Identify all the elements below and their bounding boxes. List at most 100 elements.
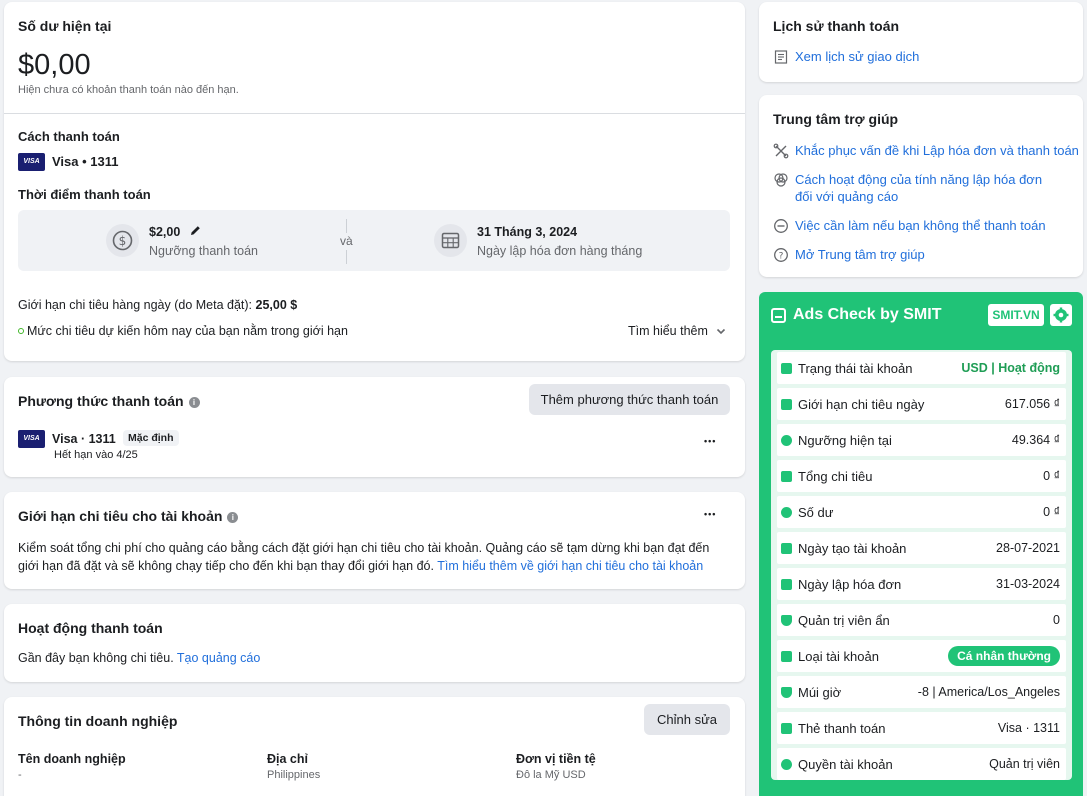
- smit-row-label: Quản trị viên ẩn: [798, 612, 890, 628]
- smit-panel: Ads Check by SMIT SMIT.VN Trạng thái tài…: [759, 292, 1083, 796]
- business-card: Thông tin doanh nghiệp Chỉnh sửa Tên doa…: [4, 697, 745, 796]
- balance-note: Hiện chưa có khoản thanh toán nào đến hạ…: [18, 84, 239, 96]
- chevron-down-icon: [716, 328, 725, 335]
- smit-row: Quản trị viên ẩn 0: [777, 604, 1066, 636]
- smit-row-value: 0 ₫: [1043, 505, 1060, 519]
- receipt-icon: [774, 50, 788, 64]
- help-item-label: Cách hoạt động của tính năng lập hóa đơn…: [795, 172, 1043, 204]
- business-name-label: Tên doanh nghiệp: [18, 752, 126, 766]
- billing-date-label: Ngày lập hóa đơn hàng tháng: [477, 244, 643, 258]
- smit-row-value: 31-03-2024: [996, 577, 1060, 591]
- history-title: Lịch sử thanh toán: [773, 18, 900, 34]
- edit-business-button[interactable]: Chỉnh sửa: [644, 704, 730, 735]
- help-item[interactable]: Khắc phục vấn đề khi Lập hóa đơn và than…: [773, 142, 1079, 159]
- smit-row-value: 49.364 ₫: [1011, 433, 1060, 447]
- smit-row-label: Quyền tài khoản: [798, 756, 893, 772]
- payment-time-heading: Thời điểm thanh toán: [18, 187, 151, 202]
- view-history-link[interactable]: Xem lịch sử giao dịch: [773, 48, 919, 65]
- smit-site-button[interactable]: SMIT.VN: [988, 304, 1044, 326]
- smit-row: Trạng thái tài khoản USD | Hoạt động: [777, 352, 1066, 384]
- user-card-icon: [781, 650, 792, 662]
- business-title: Thông tin doanh nghiệp: [18, 713, 178, 729]
- smit-row-label: Số dư: [798, 504, 834, 520]
- payment-methods-title: Phương thức thanh toán i: [18, 393, 200, 409]
- view-history-label: Xem lịch sử giao dịch: [795, 49, 920, 64]
- default-badge: Mặc định: [123, 430, 179, 446]
- credit-card-icon: [781, 722, 792, 734]
- visa-logo-icon: VISA: [18, 430, 45, 448]
- help-item[interactable]: Việc cần làm nếu bạn không thể thanh toá…: [773, 217, 1046, 234]
- visa-logo-icon: VISA: [18, 153, 45, 171]
- add-payment-method-button[interactable]: Thêm phương thức thanh toán: [529, 384, 730, 415]
- payment-methods-card: Phương thức thanh toán i Thêm phương thức…: [4, 377, 745, 477]
- daily-limit-row: Giới hạn chi tiêu hàng ngày (do Meta đặt…: [18, 298, 297, 312]
- address-value: Philippines: [267, 769, 321, 781]
- account-type-badge: Cá nhân thường: [948, 646, 1060, 666]
- smit-row-label: Thẻ thanh toán: [798, 720, 886, 736]
- learn-more-label: Tìm hiểu thêm: [628, 324, 708, 338]
- wrench-icon: [773, 143, 789, 159]
- more-options-icon[interactable]: •••: [704, 436, 716, 446]
- calendar-icon: [781, 542, 792, 554]
- account-limit-description: Kiểm soát tổng chi phí cho quảng cáo bằn…: [18, 539, 730, 575]
- info-icon[interactable]: i: [188, 397, 200, 408]
- account-limit-title: Giới hạn chi tiêu cho tài khoản i: [18, 508, 239, 524]
- more-options-icon[interactable]: •••: [704, 509, 716, 519]
- learn-more-link[interactable]: Tìm hiểu thêm: [628, 324, 727, 338]
- smit-row: Ngưỡng hiện tại 49.364 ₫: [777, 424, 1066, 456]
- info-icon[interactable]: i: [227, 512, 239, 523]
- dollar-circle-icon: $: [106, 224, 139, 257]
- smit-row-value: 28-07-2021: [996, 541, 1060, 555]
- smit-row: Ngày tạo tài khoản 28-07-2021: [777, 532, 1066, 564]
- payment-method-value: Visa • 1311: [52, 154, 119, 169]
- smit-info-list: Trạng thái tài khoản USD | Hoạt động Giới…: [771, 350, 1072, 780]
- smit-row: Quyền tài khoản Quản trị viên: [777, 748, 1066, 780]
- card-expiry: Hết hạn vào 4/25: [54, 449, 138, 461]
- payment-methods-title-text: Phương thức thanh toán: [18, 393, 184, 409]
- and-label: và: [340, 234, 353, 248]
- divider: [4, 113, 745, 114]
- help-item[interactable]: ? Mở Trung tâm trợ giúp: [773, 246, 925, 263]
- user-permission-icon: [781, 758, 792, 770]
- balance-card: Số dư hiện tại $0,00 Hiện chưa có khoản …: [4, 2, 745, 361]
- smit-row-label: Ngưỡng hiện tại: [798, 432, 892, 448]
- payment-method-heading: Cách thanh toán: [18, 129, 120, 144]
- smit-row-value: Quản trị viên: [989, 757, 1060, 771]
- shield-icon: [781, 614, 792, 626]
- settings-gear-icon[interactable]: [1050, 304, 1072, 326]
- threshold-label: Ngưỡng thanh toán: [149, 244, 259, 258]
- smit-title: Ads Check by SMIT: [793, 306, 942, 323]
- smit-row: Số dư 0 ₫: [777, 496, 1066, 528]
- card-number: Visa · 1311: [52, 432, 116, 446]
- question-icon: ?: [774, 248, 788, 262]
- smit-row: Ngày lập hóa đơn 31-03-2024: [777, 568, 1066, 600]
- dollar-icon: [781, 506, 792, 518]
- balance-title: Số dư hiện tại: [18, 18, 112, 34]
- account-limit-title-text: Giới hạn chi tiêu cho tài khoản: [18, 508, 223, 524]
- edit-pencil-icon[interactable]: [189, 224, 202, 240]
- create-ad-link[interactable]: Tạo quảng cáo: [177, 651, 260, 665]
- smit-row: Múi giờ -8 | America/Los_Angeles: [777, 676, 1066, 708]
- help-item-label: Việc cần làm nếu bạn không thể thanh toá…: [795, 218, 1046, 233]
- smit-row-value: 617.056 ₫: [1004, 397, 1060, 411]
- smit-row-value: USD | Hoạt động: [961, 361, 1060, 375]
- svg-text:$: $: [119, 234, 127, 248]
- smit-row-value: -8 | America/Los_Angeles: [917, 685, 1060, 699]
- gauge-icon: [781, 434, 792, 446]
- spend-status-text: Mức chi tiêu dự kiến hôm nay của bạn nằm…: [27, 324, 348, 338]
- currency-value: Đô la Mỹ USD: [516, 769, 586, 781]
- history-card: Lịch sử thanh toán Xem lịch sử giao dịch: [759, 2, 1083, 82]
- limit-icon: [781, 398, 792, 410]
- activity-text: Gần đây bạn không chi tiêu.: [18, 651, 177, 665]
- help-item-label: Khắc phục vấn đề khi Lập hóa đơn và than…: [795, 143, 1079, 158]
- schedule-divider-bottom: [346, 250, 347, 264]
- svg-text:?: ?: [779, 252, 784, 262]
- account-limit-card: Giới hạn chi tiêu cho tài khoản i ••• Kiể…: [4, 492, 745, 589]
- smit-row-label: Tổng chi tiêu: [798, 468, 873, 484]
- daily-limit-value: 25,00 $: [255, 298, 298, 312]
- account-limit-link[interactable]: Tìm hiểu thêm về giới hạn chi tiêu cho t…: [437, 559, 703, 573]
- activity-card: Hoạt động thanh toán Gần đây bạn không c…: [4, 604, 745, 682]
- billing-date-value: 31 Tháng 3, 2024: [477, 225, 578, 239]
- minus-circle-icon: [774, 219, 788, 233]
- help-item[interactable]: Cách hoạt động của tính năng lập hóa đơn…: [773, 171, 1073, 205]
